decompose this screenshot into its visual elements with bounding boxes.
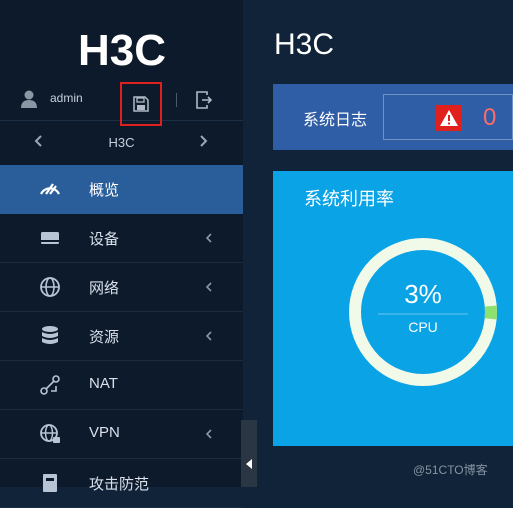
- chevron-left-icon: [205, 429, 212, 439]
- menu-item-attack-defense[interactable]: 攻击防范: [0, 459, 243, 508]
- chevron-left-icon: [205, 233, 212, 243]
- device-icon: [41, 232, 59, 244]
- menu-item-vpn[interactable]: VPN: [0, 410, 243, 459]
- cpu-label: CPU: [408, 319, 438, 335]
- menu-item-network[interactable]: 网络: [0, 263, 243, 312]
- cpu-gauge: [349, 238, 497, 386]
- username: admin: [50, 91, 83, 105]
- user-icon: [21, 90, 37, 108]
- system-log-panel[interactable]: 系统日志 0: [273, 84, 513, 150]
- log-count: 0: [483, 104, 497, 131]
- usage-title: 系统利用率: [304, 189, 394, 209]
- sidebar: H3C admin H3C 概览 设备 网络 资源 NAT VPN 攻击防范: [0, 0, 243, 508]
- logout-icon[interactable]: [196, 91, 212, 109]
- divider: [176, 93, 177, 107]
- menu-item-label: 网络: [89, 280, 120, 297]
- chevron-left-icon: [205, 282, 212, 292]
- system-log-label: 系统日志: [303, 112, 368, 129]
- menu-item-nat[interactable]: NAT: [0, 361, 243, 410]
- vpn-globe-icon: [40, 424, 60, 443]
- menu-item-label: 资源: [89, 329, 120, 346]
- chevron-left-icon: [205, 331, 212, 341]
- system-log-counter[interactable]: 0: [383, 94, 513, 140]
- nat-icon: [40, 375, 60, 395]
- globe-icon: [40, 277, 60, 297]
- device-switcher: H3C: [0, 121, 243, 163]
- menu-item-resources[interactable]: 资源: [0, 312, 243, 361]
- caret-left-icon: [246, 459, 252, 469]
- dashboard-icon: [40, 183, 60, 195]
- user-bar: admin: [0, 80, 243, 126]
- nav-menu: 概览 设备 网络 资源 NAT VPN 攻击防范: [0, 165, 243, 508]
- watermark: @51CTO博客: [413, 463, 488, 477]
- alert-icon: [436, 105, 462, 131]
- logo-text: H3C: [78, 30, 166, 70]
- menu-item-label: 概览: [89, 182, 120, 199]
- security-icon: [43, 474, 57, 492]
- system-usage-panel: 系统利用率 3% CPU: [273, 171, 513, 446]
- chevron-right-icon[interactable]: [196, 134, 210, 148]
- menu-item-label: 攻击防范: [89, 476, 150, 493]
- save-config-button[interactable]: [120, 82, 162, 126]
- h3c-logo: H3C: [78, 30, 166, 70]
- save-icon: [133, 96, 149, 112]
- gauge-track: [349, 238, 497, 386]
- menu-item-label: NAT: [89, 375, 118, 392]
- menu-item-label: VPN: [89, 424, 120, 441]
- menu-item-label: 设备: [89, 231, 120, 248]
- database-icon: [42, 326, 58, 344]
- menu-item-overview[interactable]: 概览: [0, 165, 243, 214]
- page-title: H3C: [274, 28, 335, 61]
- cpu-value: 3%: [404, 279, 442, 309]
- menu-item-device[interactable]: 设备: [0, 214, 243, 263]
- sidebar-collapse-toggle[interactable]: [241, 420, 257, 487]
